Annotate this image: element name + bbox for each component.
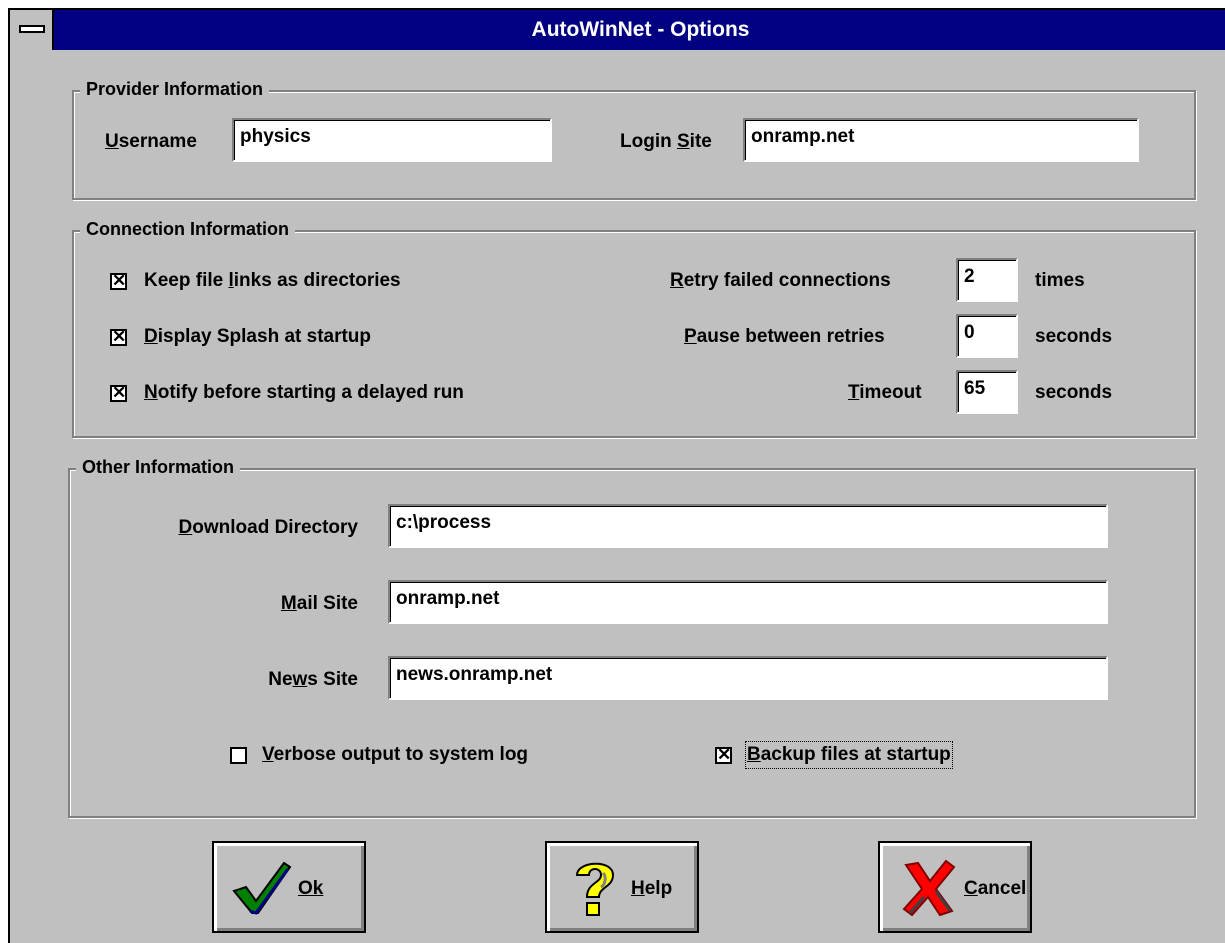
options-dialog: AutoWinNet - Options Provider Informatio…: [8, 8, 1225, 943]
window-title: AutoWinNet - Options: [531, 18, 750, 41]
pause-label: Pause between retries: [684, 326, 885, 347]
ok-button-label: Ok: [298, 878, 324, 899]
keep-file-links-label[interactable]: Keep file links as directories: [144, 269, 401, 293]
timeout-label: Timeout: [848, 382, 922, 403]
keep-file-links-checkbox[interactable]: ✕: [110, 271, 127, 290]
username-input[interactable]: physics: [232, 118, 552, 162]
check-mark-icon: ✕: [112, 383, 127, 402]
login-site-label: Login Site: [620, 131, 712, 152]
download-directory-label: Download Directory: [178, 517, 358, 538]
question-mark-icon: [575, 862, 615, 916]
ok-button[interactable]: Ok: [212, 841, 366, 933]
notify-delayed-run-label[interactable]: Notify before starting a delayed run: [144, 381, 464, 405]
cancel-button-label: Cancel: [964, 878, 1027, 899]
system-menu-icon: [19, 25, 45, 33]
retry-label: Retry failed connections: [670, 270, 891, 291]
download-directory-input[interactable]: c:\process: [388, 504, 1108, 548]
other-information-legend: Other Information: [76, 456, 240, 478]
connection-information-legend: Connection Information: [80, 218, 295, 240]
mail-site-label: Mail Site: [280, 593, 358, 614]
timeout-unit: seconds: [1035, 382, 1113, 403]
mail-site-input[interactable]: onramp.net: [388, 580, 1108, 624]
cancel-button[interactable]: Cancel: [878, 841, 1032, 933]
system-menu-button[interactable]: [10, 10, 54, 50]
verbose-output-label[interactable]: Verbose output to system log: [262, 743, 528, 767]
help-button-label: Help: [631, 878, 673, 899]
news-site-label: News Site: [268, 669, 358, 690]
display-splash-label[interactable]: Display Splash at startup: [144, 325, 371, 349]
checkmark-icon: [232, 861, 292, 915]
help-button[interactable]: Help: [545, 841, 699, 933]
backup-files-label[interactable]: Backup files at startup: [745, 741, 953, 769]
retry-input[interactable]: 2: [956, 258, 1018, 302]
display-splash-checkbox[interactable]: ✕: [110, 327, 127, 346]
backup-files-checkbox[interactable]: ✕: [715, 745, 732, 764]
title-bar: AutoWinNet - Options: [10, 10, 1225, 50]
username-label: Username: [105, 131, 197, 152]
verbose-output-checkbox[interactable]: [230, 747, 247, 764]
timeout-input[interactable]: 65: [956, 370, 1018, 414]
check-mark-icon: ✕: [112, 271, 127, 290]
check-mark-icon: ✕: [717, 745, 732, 764]
pause-input[interactable]: 0: [956, 314, 1018, 358]
pause-unit: seconds: [1035, 326, 1113, 347]
retry-unit: times: [1035, 270, 1085, 291]
login-site-input[interactable]: onramp.net: [743, 118, 1139, 162]
red-x-icon: [902, 859, 956, 917]
provider-information-legend: Provider Information: [80, 78, 270, 100]
notify-delayed-run-checkbox[interactable]: ✕: [110, 383, 127, 402]
check-mark-icon: ✕: [112, 327, 127, 346]
news-site-input[interactable]: news.onramp.net: [388, 656, 1108, 700]
